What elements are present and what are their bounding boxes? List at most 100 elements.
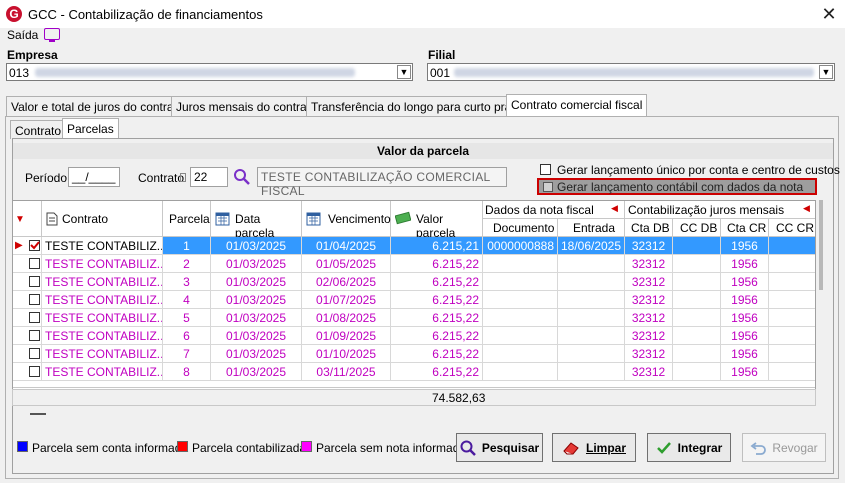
cell-entrada[interactable] xyxy=(558,273,625,291)
cell-cta-db[interactable]: 32312 xyxy=(625,237,673,255)
cell-cc-db[interactable] xyxy=(673,273,721,291)
splitter-handle[interactable] xyxy=(30,413,46,415)
cell-valor[interactable]: 6.215,22 xyxy=(391,273,483,291)
cell-doc[interactable] xyxy=(483,273,558,291)
cell-entrada[interactable] xyxy=(558,309,625,327)
cell-cta-cr[interactable]: 1956 xyxy=(721,327,769,345)
opt1-checkbox[interactable] xyxy=(540,164,551,175)
cell-valor[interactable]: 6.215,22 xyxy=(391,327,483,345)
header-valor-parcela[interactable]: Valor parcela xyxy=(391,201,483,240)
tab-valor-total-juros[interactable]: Valor e total de juros do contrato xyxy=(6,96,189,117)
sort-down-icon[interactable]: ▼ xyxy=(15,214,25,225)
header-cc-cr[interactable]: CC CR xyxy=(769,219,815,237)
tab-transferencia-longo-curto[interactable]: Transferência do longo para curto prazo xyxy=(306,96,530,117)
chevron-down-icon[interactable]: ▼ xyxy=(819,65,833,79)
cell-venc[interactable]: 01/04/2025 xyxy=(302,237,391,255)
table-row[interactable]: TESTE CONTABILIZ... 5 01/03/2025 01/08/2025… xyxy=(13,309,815,327)
row-checkbox[interactable] xyxy=(29,366,40,377)
cell-cc-cr[interactable] xyxy=(769,255,815,273)
limpar-button[interactable]: Limpar xyxy=(552,433,636,462)
search-icon[interactable] xyxy=(233,168,251,186)
cell-valor[interactable]: 6.215,22 xyxy=(391,309,483,327)
cell-parcela[interactable]: 3 xyxy=(163,273,211,291)
cell-doc[interactable] xyxy=(483,345,558,363)
cell-parcela[interactable]: 2 xyxy=(163,255,211,273)
cell-cc-cr[interactable] xyxy=(769,291,815,309)
row-checkbox[interactable] xyxy=(29,348,40,359)
cell-data[interactable]: 01/03/2025 xyxy=(211,327,302,345)
cell-contrato[interactable]: TESTE CONTABILIZ... xyxy=(42,327,163,345)
cell-cta-cr[interactable]: 1956 xyxy=(721,255,769,273)
opt2-checkbox[interactable] xyxy=(543,182,553,192)
collapse-left-icon[interactable]: ◀ xyxy=(611,203,618,214)
cell-contrato[interactable]: TESTE CONTABILIZ... xyxy=(42,345,163,363)
empresa-select[interactable]: 013 ▼ xyxy=(6,63,413,81)
header-data-parcela[interactable]: Data parcela xyxy=(211,201,302,240)
cell-venc[interactable]: 02/06/2025 xyxy=(302,273,391,291)
cell-contrato[interactable]: TESTE CONTABILIZ... xyxy=(42,291,163,309)
cell-valor[interactable]: 6.215,22 xyxy=(391,255,483,273)
cell-parcela[interactable]: 7 xyxy=(163,345,211,363)
collapse-left-icon[interactable]: ◀ xyxy=(803,203,810,214)
cell-cc-db[interactable] xyxy=(673,291,721,309)
header-cta-cr[interactable]: Cta CR xyxy=(721,219,769,237)
cell-cc-cr[interactable] xyxy=(769,345,815,363)
row-selector[interactable] xyxy=(13,345,42,363)
cell-contrato[interactable]: TESTE CONTABILIZ... xyxy=(42,237,163,255)
cell-cc-db[interactable] xyxy=(673,255,721,273)
grid-vertical-scrollbar[interactable] xyxy=(816,200,830,392)
cell-venc[interactable]: 01/05/2025 xyxy=(302,255,391,273)
header-documento[interactable]: Documento xyxy=(483,219,558,237)
integrar-button[interactable]: Integrar xyxy=(647,433,731,462)
cell-data[interactable]: 01/03/2025 xyxy=(211,309,302,327)
cell-cta-db[interactable]: 32312 xyxy=(625,273,673,291)
periodo-input[interactable]: __/____ xyxy=(68,167,120,187)
row-selector[interactable] xyxy=(13,309,42,327)
filial-select[interactable]: 001 ▼ xyxy=(427,63,835,81)
cell-doc[interactable]: 0000000888 xyxy=(483,237,558,255)
cell-cc-db[interactable] xyxy=(673,309,721,327)
monitor-icon[interactable] xyxy=(44,28,60,42)
cell-venc[interactable]: 01/09/2025 xyxy=(302,327,391,345)
revogar-button[interactable]: Revogar xyxy=(742,433,826,462)
cell-entrada[interactable] xyxy=(558,345,625,363)
cell-cta-db[interactable]: 32312 xyxy=(625,255,673,273)
cell-venc[interactable]: 01/07/2025 xyxy=(302,291,391,309)
cell-cta-db[interactable]: 32312 xyxy=(625,291,673,309)
row-selector[interactable]: ▶ xyxy=(13,237,42,255)
table-row[interactable]: TESTE CONTABILIZ... 6 01/03/2025 01/09/2025… xyxy=(13,327,815,345)
table-row[interactable]: TESTE CONTABILIZ... 4 01/03/2025 01/07/2025… xyxy=(13,291,815,309)
cell-cta-cr[interactable]: 1956 xyxy=(721,237,769,255)
cell-cta-cr[interactable]: 1956 xyxy=(721,345,769,363)
menu-item-saida[interactable]: Saída xyxy=(7,28,38,42)
cell-cc-cr[interactable] xyxy=(769,327,815,345)
cell-contrato[interactable]: TESTE CONTABILIZ... xyxy=(42,309,163,327)
table-row[interactable]: TESTE CONTABILIZ... 3 01/03/2025 02/06/2025… xyxy=(13,273,815,291)
tab-contrato-comercial-fiscal[interactable]: Contrato comercial fiscal xyxy=(506,94,648,117)
cell-parcela[interactable]: 8 xyxy=(163,363,211,381)
cell-doc[interactable] xyxy=(483,291,558,309)
close-button[interactable]: ✕ xyxy=(818,3,840,25)
cell-entrada[interactable] xyxy=(558,255,625,273)
header-contrato[interactable]: Contrato xyxy=(42,201,163,237)
cell-data[interactable]: 01/03/2025 xyxy=(211,273,302,291)
cell-valor[interactable]: 6.215,22 xyxy=(391,363,483,381)
scroll-thumb[interactable] xyxy=(819,200,823,290)
row-checkbox[interactable] xyxy=(29,312,40,323)
cell-cta-cr[interactable]: 1956 xyxy=(721,291,769,309)
row-selector[interactable] xyxy=(13,255,42,273)
table-row[interactable]: TESTE CONTABILIZ... 7 01/03/2025 01/10/2025… xyxy=(13,345,815,363)
tab-juros-mensais[interactable]: Juros mensais do contrato xyxy=(171,96,322,117)
header-vencimento[interactable]: Vencimento xyxy=(302,201,391,237)
cell-cta-db[interactable]: 32312 xyxy=(625,363,673,381)
row-checkbox[interactable] xyxy=(29,330,40,341)
row-selector[interactable] xyxy=(13,363,42,381)
cell-venc[interactable]: 01/08/2025 xyxy=(302,309,391,327)
cell-cta-db[interactable]: 32312 xyxy=(625,345,673,363)
table-row[interactable]: ▶ TESTE CONTABILIZ... 1 01/03/2025 01/04/202… xyxy=(13,237,815,255)
cell-data[interactable]: 01/03/2025 xyxy=(211,345,302,363)
subtab-contrato[interactable]: Contrato xyxy=(10,120,67,139)
row-checkbox[interactable] xyxy=(29,258,40,269)
row-selector[interactable] xyxy=(13,327,42,345)
row-checkbox[interactable] xyxy=(29,240,40,251)
